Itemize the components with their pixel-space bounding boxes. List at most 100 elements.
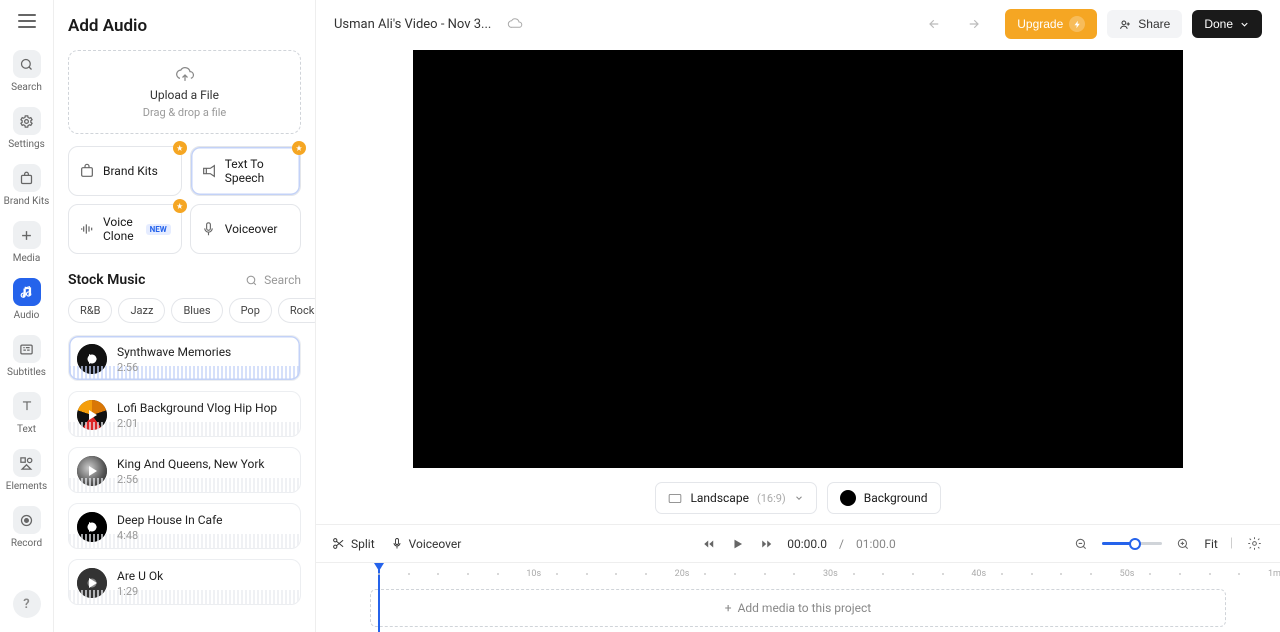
voiceclone-icon — [79, 221, 95, 237]
share-button[interactable]: Share — [1107, 10, 1182, 38]
rail-item-text[interactable]: Text — [4, 392, 50, 435]
play-icon — [89, 578, 97, 588]
ruler-minor-tick — [793, 573, 795, 575]
voiceover-button[interactable]: Voiceover — [391, 537, 462, 551]
search-icon — [13, 50, 41, 78]
ruler-minor-tick — [556, 573, 558, 575]
option-label: Voiceover — [225, 222, 278, 236]
help-button[interactable]: ? — [13, 590, 41, 618]
rail-item-record[interactable]: Record — [4, 506, 50, 549]
genre-pop[interactable]: Pop — [229, 298, 272, 323]
ruler-minor-tick — [378, 573, 380, 575]
track-name: Are U Ok — [117, 569, 163, 583]
rail-item-audio[interactable]: Audio — [4, 278, 50, 321]
track-item[interactable]: Deep House In Cafe4:48 — [68, 503, 301, 549]
rail-label: Text — [17, 424, 36, 435]
ruler-minor-tick — [1149, 573, 1151, 575]
fit-button[interactable]: Fit — [1204, 537, 1217, 551]
option-voiceclone[interactable]: Voice CloneNEW — [68, 204, 182, 254]
stock-search-button[interactable]: Search — [245, 273, 301, 287]
upload-dropzone[interactable]: Upload a File Drag & drop a file — [68, 50, 301, 134]
topbar: Usman Ali's Video - Nov 3... Upgrade Sha… — [316, 0, 1280, 48]
video-canvas[interactable] — [413, 50, 1183, 468]
option-tts[interactable]: Text To Speech — [190, 146, 301, 196]
stock-search-label: Search — [264, 273, 301, 287]
zoom-slider[interactable] — [1102, 542, 1162, 545]
ruler-minor-tick — [942, 573, 944, 575]
rail-item-elements[interactable]: Elements — [4, 449, 50, 492]
redo-button[interactable] — [959, 13, 985, 35]
ruler-minor-tick — [497, 573, 499, 575]
undo-button[interactable] — [923, 13, 949, 35]
ruler-minor-tick — [1001, 573, 1003, 575]
ruler-minor-tick — [645, 573, 647, 575]
option-voiceover[interactable]: Voiceover — [190, 204, 301, 254]
ruler-tick — [526, 569, 541, 579]
timeline[interactable]: + Add media to this project — [316, 562, 1280, 632]
genre-rb[interactable]: R&B — [68, 298, 112, 323]
upload-title: Upload a File — [150, 88, 219, 102]
timeline-ruler[interactable] — [316, 563, 1280, 583]
rail-label: Search — [11, 82, 42, 93]
track-item[interactable]: Synthwave Memories2:56 — [68, 335, 301, 381]
track-item[interactable]: Lofi Background Vlog Hip Hop2:01 — [68, 391, 301, 437]
audio-icon — [13, 278, 41, 306]
ruler-minor-tick — [1209, 573, 1211, 575]
track-item[interactable]: Are U Ok1:29 — [68, 559, 301, 605]
ruler-minor-tick — [1031, 573, 1033, 575]
rail-label: Record — [11, 538, 42, 549]
rail-item-brandkits[interactable]: Brand Kits — [4, 164, 50, 207]
add-audio-panel: Add Audio Upload a File Drag & drop a fi… — [54, 0, 316, 632]
zoom-out-button[interactable] — [1072, 535, 1090, 553]
panel-title: Add Audio — [68, 16, 301, 36]
genre-jazz[interactable]: Jazz — [118, 298, 165, 323]
track-item[interactable]: King And Queens, New York2:56 — [68, 447, 301, 493]
rail-item-media[interactable]: Media — [4, 221, 50, 264]
split-button[interactable]: Split — [332, 537, 375, 551]
ruler-minor-tick — [704, 573, 706, 575]
timeline-empty-add[interactable]: + Add media to this project — [370, 589, 1226, 627]
subtitles-icon — [13, 335, 41, 363]
skip-back-button[interactable] — [700, 536, 717, 552]
track-name: Deep House In Cafe — [117, 513, 222, 527]
ruler-minor-tick — [1060, 573, 1062, 575]
option-brandkits[interactable]: Brand Kits — [68, 146, 182, 196]
skip-forward-button[interactable] — [758, 536, 775, 552]
ruler-minor-tick — [764, 573, 766, 575]
rail-item-subtitles[interactable]: Subtitles — [4, 335, 50, 378]
rail-label: Audio — [14, 310, 40, 321]
ruler-tick — [675, 569, 690, 579]
genre-rock[interactable]: Rock — [278, 298, 316, 323]
ruler-minor-tick — [586, 573, 588, 575]
record-icon — [13, 506, 41, 534]
zoom-in-button[interactable] — [1174, 535, 1192, 553]
genre-blues[interactable]: Blues — [171, 298, 222, 323]
ruler-minor-tick — [408, 573, 410, 575]
upload-subtitle: Drag & drop a file — [143, 106, 227, 119]
play-icon — [89, 466, 97, 476]
ruler-minor-tick — [882, 573, 884, 575]
rail-item-settings[interactable]: Settings — [4, 107, 50, 150]
premium-badge-icon — [173, 141, 187, 155]
play-icon — [89, 410, 97, 420]
ruler-minor-tick — [734, 573, 736, 575]
stock-music-title: Stock Music — [68, 272, 145, 288]
project-name[interactable]: Usman Ali's Video - Nov 3... — [334, 17, 491, 32]
ruler-tick — [971, 569, 986, 579]
upgrade-button[interactable]: Upgrade — [1005, 9, 1097, 39]
rail-label: Subtitles — [7, 367, 46, 378]
voiceover-icon — [201, 221, 217, 237]
waveform — [69, 590, 300, 604]
track-duration: 2:01 — [117, 417, 277, 430]
background-button[interactable]: Background — [827, 482, 941, 514]
plus-icon: + — [725, 601, 732, 615]
done-button[interactable]: Done — [1192, 10, 1262, 38]
rail-item-search[interactable]: Search — [4, 50, 50, 93]
play-button[interactable] — [729, 535, 746, 553]
bolt-icon — [1069, 16, 1085, 32]
aspect-ratio-button[interactable]: Landscape (16:9) — [655, 482, 816, 514]
timeline-settings-button[interactable] — [1245, 534, 1264, 553]
ruler-minor-tick — [912, 573, 914, 575]
hamburger-icon[interactable] — [18, 14, 36, 28]
media-icon — [13, 221, 41, 249]
